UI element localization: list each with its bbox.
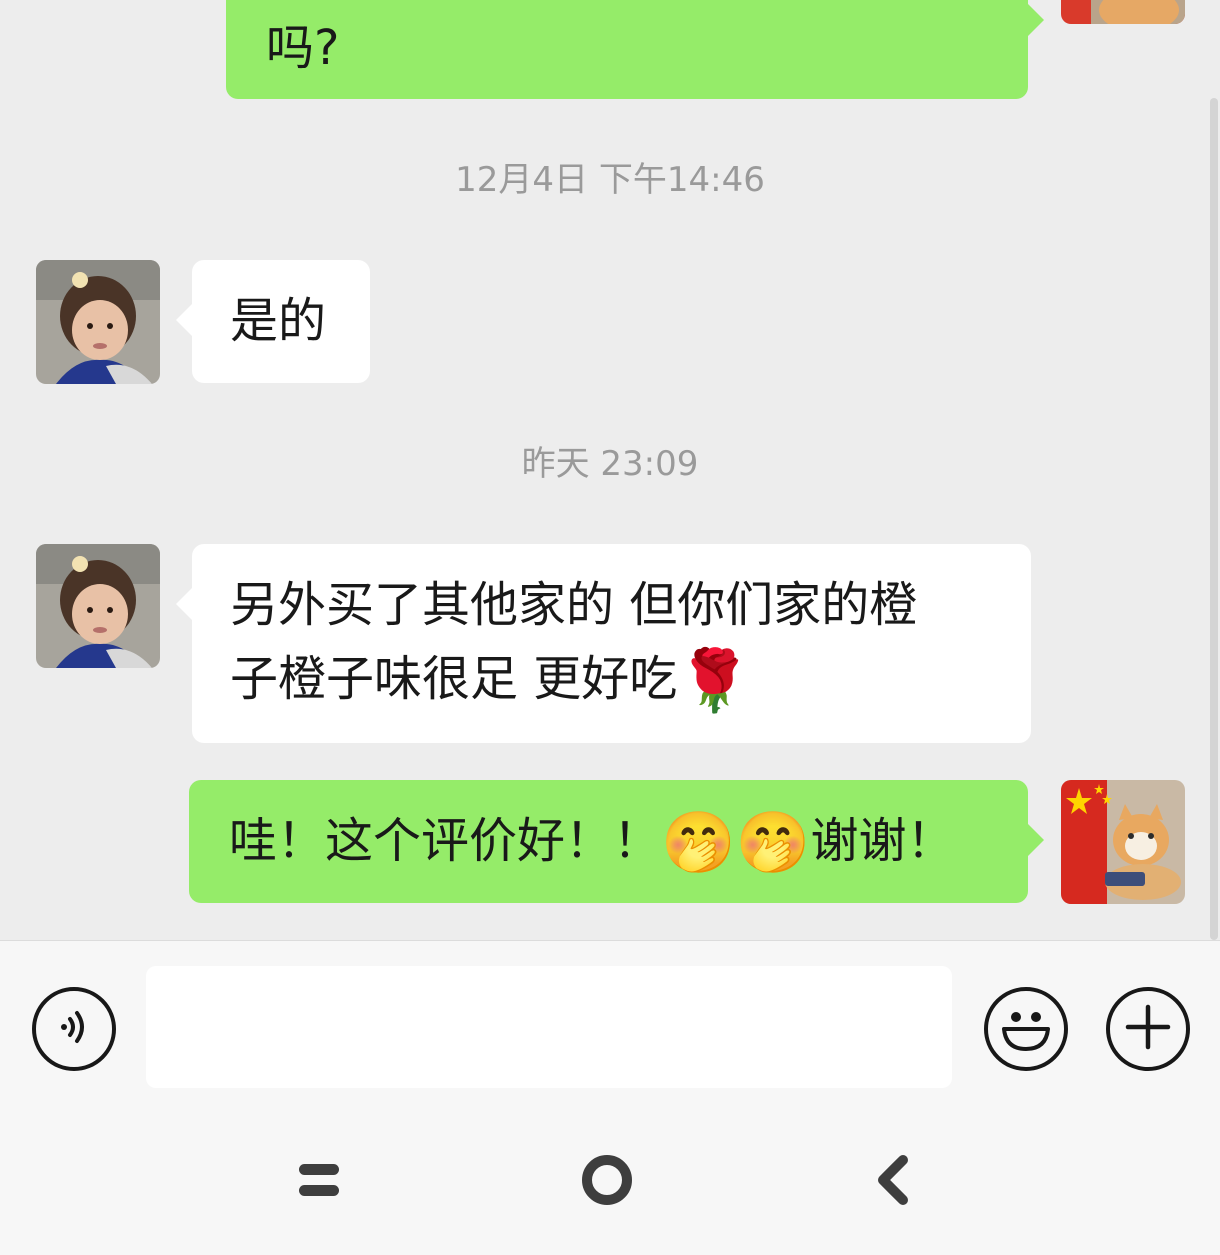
recents-button[interactable]: [288, 1151, 350, 1213]
back-button[interactable]: [862, 1151, 924, 1213]
message-text-line: 另外买了其他家的 但你们家的橙: [230, 577, 918, 633]
message-input[interactable]: [146, 966, 952, 1088]
message-text: 谢谢！: [810, 813, 955, 869]
hand-over-mouth-emoji: 🤭🤭: [661, 808, 811, 878]
avatar-contact[interactable]: [36, 544, 160, 668]
chat-message-list[interactable]: 吗? 12月4日 下午14:46 是的 昨天 23:09 另外买了其他家的 但你…: [0, 0, 1220, 940]
recents-icon: [298, 1160, 340, 1204]
rose-emoji: 🌹: [677, 646, 752, 716]
voice-button[interactable]: [32, 987, 116, 1071]
message-text: 哇！这个评价好！！: [229, 813, 662, 869]
avatar-me[interactable]: [1061, 0, 1185, 24]
input-bar: [0, 940, 1220, 1255]
back-chevron-icon: [873, 1154, 913, 1210]
message-bubble-incoming[interactable]: 是的: [176, 260, 370, 383]
timestamp: 12月4日 下午14:46: [455, 160, 765, 200]
timestamp: 昨天 23:09: [521, 444, 699, 484]
plus-circle-icon: [1123, 1002, 1173, 1056]
home-circle-icon: [580, 1153, 634, 1211]
home-button[interactable]: [576, 1151, 638, 1213]
scrollbar[interactable]: [1210, 98, 1218, 940]
message-bubble-incoming[interactable]: 另外买了其他家的 但你们家的橙 子橙子味很足 更好吃🌹: [176, 544, 1031, 743]
smiley-icon: [996, 997, 1056, 1061]
message-bubble-outgoing[interactable]: 吗?: [226, 0, 1044, 99]
message-text: 是的: [230, 293, 327, 349]
message-text-line: 子橙子味很足 更好吃: [230, 651, 678, 707]
message-bubble-outgoing[interactable]: 哇！这个评价好！！🤭🤭谢谢！: [189, 780, 1044, 903]
emoji-button[interactable]: [984, 987, 1068, 1071]
message-text: 吗?: [266, 20, 340, 76]
voice-wave-icon: [54, 1007, 94, 1051]
avatar-me[interactable]: [1061, 780, 1185, 904]
more-button[interactable]: [1106, 987, 1190, 1071]
avatar-contact[interactable]: [36, 260, 160, 384]
